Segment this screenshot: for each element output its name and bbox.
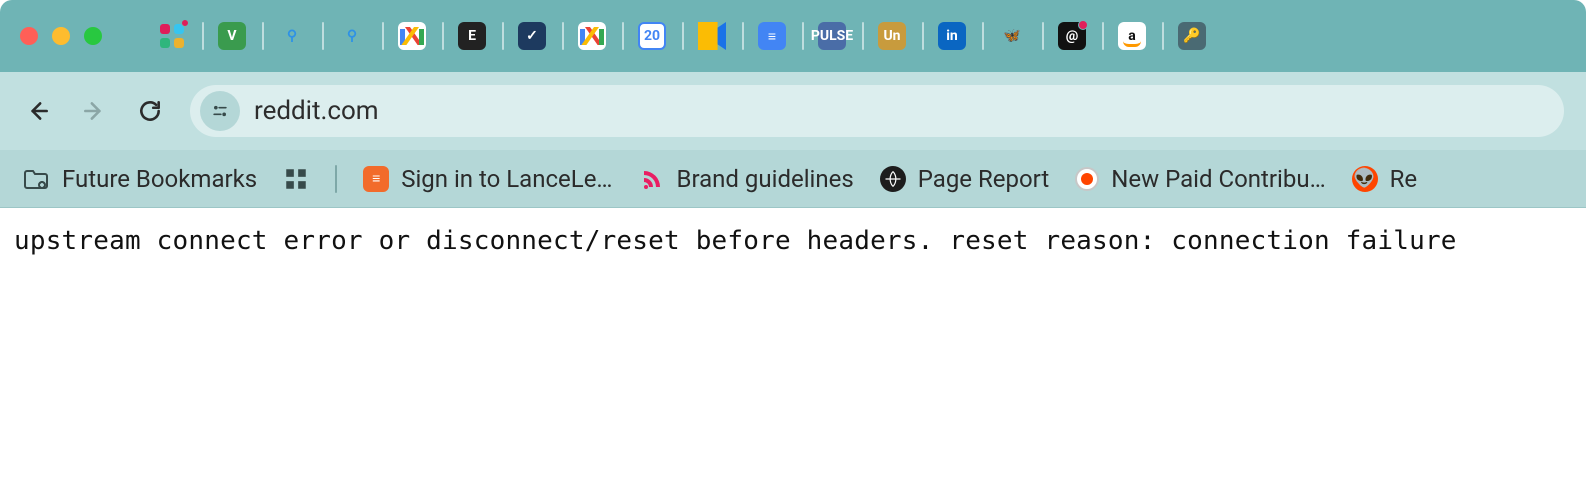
bookmark-folder-future[interactable]: Future Bookmarks (22, 165, 257, 193)
window-controls (20, 27, 102, 45)
omnibox[interactable]: reddit.com (190, 85, 1564, 137)
title-app-docs[interactable]: ≡ (742, 18, 802, 54)
bookmarks-bar: Future Bookmarks ≡ Sign in to LanceLe… B… (0, 150, 1586, 208)
apps-grid-icon (283, 166, 309, 192)
folder-gear-icon (22, 167, 50, 191)
title-bar: V ⚲ ⚲ E ✓ 20 ≡ (0, 0, 1586, 72)
title-app-check[interactable]: ✓ (502, 18, 562, 54)
lance-favicon-icon: ≡ (363, 166, 389, 192)
linkedin-icon: in (938, 22, 966, 50)
url-text: reddit.com (254, 96, 379, 126)
key-icon: 🔑 (1178, 22, 1206, 50)
back-button[interactable] (22, 95, 54, 127)
title-app-key[interactable]: 🔑 (1162, 18, 1222, 54)
title-app-venus-1[interactable]: ⚲ (262, 18, 322, 54)
gmail-icon (578, 22, 606, 50)
bookmark-reddit[interactable]: 👽 Re (1352, 165, 1418, 193)
title-app-slack[interactable] (142, 18, 202, 54)
title-app-pulse[interactable]: PULSE (802, 18, 862, 54)
title-app-amazon[interactable]: a (1102, 18, 1162, 54)
minimize-window-button[interactable] (52, 27, 70, 45)
title-app-threads[interactable]: @ (1042, 18, 1102, 54)
docs-icon: ≡ (758, 22, 786, 50)
meet-icon (698, 22, 726, 50)
e-icon: E (458, 22, 486, 50)
zoom-window-button[interactable] (84, 27, 102, 45)
bookmark-label: Sign in to LanceLe… (401, 165, 612, 193)
title-bar-app-shortcuts: V ⚲ ⚲ E ✓ 20 ≡ (142, 18, 1222, 54)
title-app-meet[interactable] (682, 18, 742, 54)
bookmark-label: Page Report (918, 165, 1049, 193)
title-app-gmail-1[interactable] (382, 18, 442, 54)
forward-button[interactable] (78, 95, 110, 127)
bookmark-paid-contribu[interactable]: New Paid Contribu… (1075, 165, 1325, 193)
slack-icon (158, 22, 186, 50)
title-app-linkedin[interactable]: in (922, 18, 982, 54)
venus-icon: ⚲ (278, 22, 306, 50)
error-message-text: upstream connect error or disconnect/res… (14, 226, 1457, 256)
gmail-icon (398, 22, 426, 50)
title-app-gmail-2[interactable] (562, 18, 622, 54)
calendar-icon: 20 (638, 22, 666, 50)
title-app-bluesky[interactable]: 🦋 (982, 18, 1042, 54)
title-app-un[interactable]: Un (862, 18, 922, 54)
close-window-button[interactable] (20, 27, 38, 45)
bookmark-label: Re (1390, 165, 1418, 193)
site-settings-chip[interactable] (200, 91, 240, 131)
title-app-venus-2[interactable]: ⚲ (322, 18, 382, 54)
bookmark-brand-guidelines[interactable]: Brand guidelines (639, 165, 854, 193)
amazon-icon: a (1118, 22, 1146, 50)
bookmark-label: Brand guidelines (677, 165, 854, 193)
un-icon: Un (878, 22, 906, 50)
title-app-calendar[interactable]: 20 (622, 18, 682, 54)
bookmark-apps-grid[interactable] (283, 166, 309, 192)
bookmarks-separator (335, 165, 337, 193)
rss-favicon-icon (639, 166, 665, 192)
venus-icon: ⚲ (338, 22, 366, 50)
reload-button[interactable] (134, 95, 166, 127)
v-icon: V (218, 22, 246, 50)
bookmark-folder-label: Future Bookmarks (62, 165, 257, 193)
reddit-favicon-icon: 👽 (1352, 166, 1378, 192)
bookmark-lance[interactable]: ≡ Sign in to LanceLe… (363, 165, 612, 193)
bookmark-page-report[interactable]: Page Report (880, 165, 1049, 193)
title-app-v[interactable]: V (202, 18, 262, 54)
address-bar: reddit.com (0, 72, 1586, 150)
bluesky-icon: 🦋 (998, 22, 1026, 50)
check-icon: ✓ (518, 22, 546, 50)
page-body: upstream connect error or disconnect/res… (0, 208, 1586, 274)
pulse-icon: PULSE (818, 22, 846, 50)
globe-favicon-icon (880, 166, 906, 192)
record-favicon-icon (1075, 167, 1099, 191)
bookmark-label: New Paid Contribu… (1111, 165, 1325, 193)
threads-icon: @ (1058, 22, 1086, 50)
title-app-e[interactable]: E (442, 18, 502, 54)
tune-icon (210, 101, 230, 121)
